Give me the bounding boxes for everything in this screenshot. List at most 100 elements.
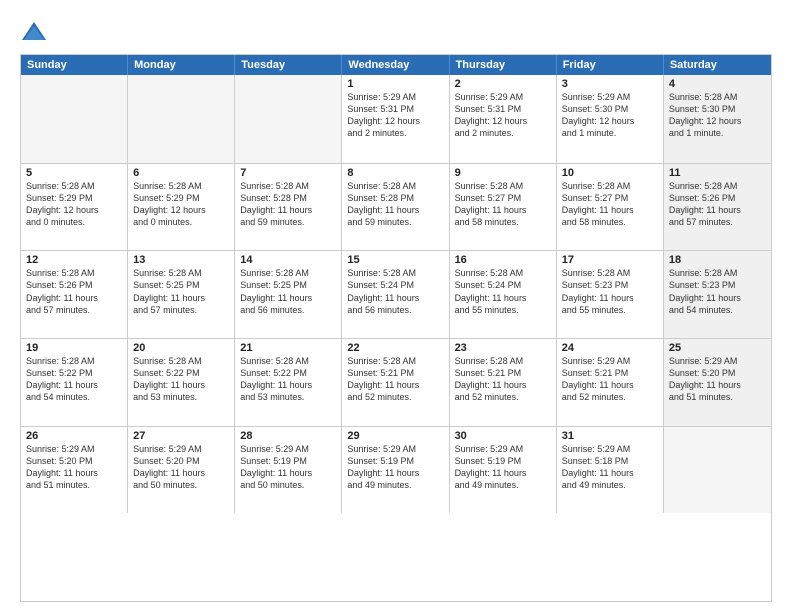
day-number: 19 <box>26 342 122 354</box>
cell-line-2: Daylight: 11 hours <box>26 379 122 391</box>
calendar-cell-29: 29Sunrise: 5:29 AMSunset: 5:19 PMDayligh… <box>342 427 449 514</box>
day-number: 16 <box>455 254 551 266</box>
cell-line-0: Sunrise: 5:29 AM <box>669 355 766 367</box>
cell-line-1: Sunset: 5:19 PM <box>347 455 443 467</box>
cell-line-0: Sunrise: 5:29 AM <box>347 443 443 455</box>
cell-line-0: Sunrise: 5:28 AM <box>240 180 336 192</box>
cell-line-3: and 54 minutes. <box>669 304 766 316</box>
cell-line-1: Sunset: 5:19 PM <box>240 455 336 467</box>
calendar-cell-21: 21Sunrise: 5:28 AMSunset: 5:22 PMDayligh… <box>235 339 342 426</box>
cell-line-1: Sunset: 5:23 PM <box>669 279 766 291</box>
calendar-cell-14: 14Sunrise: 5:28 AMSunset: 5:25 PMDayligh… <box>235 251 342 338</box>
cell-line-0: Sunrise: 5:28 AM <box>455 267 551 279</box>
cell-line-3: and 49 minutes. <box>455 479 551 491</box>
cell-line-0: Sunrise: 5:28 AM <box>562 180 658 192</box>
calendar-cell-empty-0-0 <box>21 75 128 163</box>
cell-line-0: Sunrise: 5:29 AM <box>562 443 658 455</box>
cell-line-2: Daylight: 12 hours <box>347 115 443 127</box>
header <box>20 18 772 46</box>
day-number: 31 <box>562 430 658 442</box>
cell-line-2: Daylight: 11 hours <box>26 292 122 304</box>
calendar-cell-empty-0-1 <box>128 75 235 163</box>
day-number: 14 <box>240 254 336 266</box>
calendar-cell-18: 18Sunrise: 5:28 AMSunset: 5:23 PMDayligh… <box>664 251 771 338</box>
cell-line-3: and 52 minutes. <box>347 391 443 403</box>
calendar-cell-26: 26Sunrise: 5:29 AMSunset: 5:20 PMDayligh… <box>21 427 128 514</box>
calendar-cell-22: 22Sunrise: 5:28 AMSunset: 5:21 PMDayligh… <box>342 339 449 426</box>
day-number: 24 <box>562 342 658 354</box>
cell-line-1: Sunset: 5:21 PM <box>562 367 658 379</box>
day-number: 4 <box>669 78 766 90</box>
day-number: 20 <box>133 342 229 354</box>
day-number: 28 <box>240 430 336 442</box>
cell-line-0: Sunrise: 5:28 AM <box>455 355 551 367</box>
cell-line-3: and 56 minutes. <box>347 304 443 316</box>
cell-line-3: and 50 minutes. <box>240 479 336 491</box>
cell-line-1: Sunset: 5:20 PM <box>26 455 122 467</box>
cell-line-2: Daylight: 11 hours <box>240 467 336 479</box>
cell-line-1: Sunset: 5:22 PM <box>240 367 336 379</box>
cell-line-1: Sunset: 5:31 PM <box>347 103 443 115</box>
cell-line-2: Daylight: 11 hours <box>347 467 443 479</box>
calendar-row-2: 12Sunrise: 5:28 AMSunset: 5:26 PMDayligh… <box>21 250 771 338</box>
cell-line-1: Sunset: 5:31 PM <box>455 103 551 115</box>
cell-line-2: Daylight: 11 hours <box>133 379 229 391</box>
cell-line-1: Sunset: 5:29 PM <box>133 192 229 204</box>
cell-line-3: and 52 minutes. <box>455 391 551 403</box>
calendar-cell-2: 2Sunrise: 5:29 AMSunset: 5:31 PMDaylight… <box>450 75 557 163</box>
day-number: 30 <box>455 430 551 442</box>
cell-line-3: and 51 minutes. <box>669 391 766 403</box>
cell-line-0: Sunrise: 5:28 AM <box>133 267 229 279</box>
cell-line-0: Sunrise: 5:28 AM <box>133 180 229 192</box>
cell-line-3: and 55 minutes. <box>562 304 658 316</box>
calendar-cell-20: 20Sunrise: 5:28 AMSunset: 5:22 PMDayligh… <box>128 339 235 426</box>
cell-line-2: Daylight: 11 hours <box>347 204 443 216</box>
cell-line-2: Daylight: 11 hours <box>562 379 658 391</box>
cell-line-0: Sunrise: 5:29 AM <box>562 355 658 367</box>
cell-line-1: Sunset: 5:28 PM <box>347 192 443 204</box>
cell-line-0: Sunrise: 5:29 AM <box>240 443 336 455</box>
cell-line-3: and 53 minutes. <box>133 391 229 403</box>
day-number: 13 <box>133 254 229 266</box>
cell-line-3: and 57 minutes. <box>669 216 766 228</box>
logo <box>20 18 52 46</box>
day-number: 15 <box>347 254 443 266</box>
calendar-cell-28: 28Sunrise: 5:29 AMSunset: 5:19 PMDayligh… <box>235 427 342 514</box>
calendar-cell-9: 9Sunrise: 5:28 AMSunset: 5:27 PMDaylight… <box>450 164 557 251</box>
calendar-cell-3: 3Sunrise: 5:29 AMSunset: 5:30 PMDaylight… <box>557 75 664 163</box>
calendar-cell-16: 16Sunrise: 5:28 AMSunset: 5:24 PMDayligh… <box>450 251 557 338</box>
weekday-header-monday: Monday <box>128 55 235 75</box>
cell-line-2: Daylight: 12 hours <box>562 115 658 127</box>
day-number: 27 <box>133 430 229 442</box>
calendar-cell-6: 6Sunrise: 5:28 AMSunset: 5:29 PMDaylight… <box>128 164 235 251</box>
day-number: 7 <box>240 167 336 179</box>
day-number: 6 <box>133 167 229 179</box>
day-number: 10 <box>562 167 658 179</box>
calendar-body: 1Sunrise: 5:29 AMSunset: 5:31 PMDaylight… <box>21 75 771 601</box>
calendar-cell-5: 5Sunrise: 5:28 AMSunset: 5:29 PMDaylight… <box>21 164 128 251</box>
calendar-row-3: 19 Sunrise: 5:28 AM Sunset: 5:22 PM Dayligh… <box>21 338 771 426</box>
cell-line-3: and 59 minutes. <box>347 216 443 228</box>
calendar-row-1: 5Sunrise: 5:28 AMSunset: 5:29 PMDaylight… <box>21 163 771 251</box>
cell-line-2: Daylight: 11 hours <box>133 467 229 479</box>
cell-line-2: Daylight: 11 hours <box>347 292 443 304</box>
day-number: 8 <box>347 167 443 179</box>
cell-line-3: and 58 minutes. <box>562 216 658 228</box>
cell-line-0: Sunrise: 5:28 AM <box>562 267 658 279</box>
calendar: SundayMondayTuesdayWednesdayThursdayFrid… <box>20 54 772 602</box>
cell-line-2: Daylight: 11 hours <box>240 292 336 304</box>
cell-line-2: Daylight: 11 hours <box>669 379 766 391</box>
day-number: 26 <box>26 430 122 442</box>
day-number: 9 <box>455 167 551 179</box>
cell-line-1: Sunset: 5:27 PM <box>562 192 658 204</box>
cell-line-1: Sunset: 5:23 PM <box>562 279 658 291</box>
cell-line-3: and 49 minutes. <box>562 479 658 491</box>
calendar-cell-27: 27Sunrise: 5:29 AMSunset: 5:20 PMDayligh… <box>128 427 235 514</box>
cell-line-2: Daylight: 12 hours <box>133 204 229 216</box>
cell-line-3: and 55 minutes. <box>455 304 551 316</box>
day-number: 21 <box>240 342 336 354</box>
calendar-cell-17: 17Sunrise: 5:28 AMSunset: 5:23 PMDayligh… <box>557 251 664 338</box>
cell-line-0: Sunrise: 5:29 AM <box>26 443 122 455</box>
cell-line-0: Sunrise: 5:28 AM <box>347 355 443 367</box>
cell-line-0: Sunrise: 5:29 AM <box>347 91 443 103</box>
